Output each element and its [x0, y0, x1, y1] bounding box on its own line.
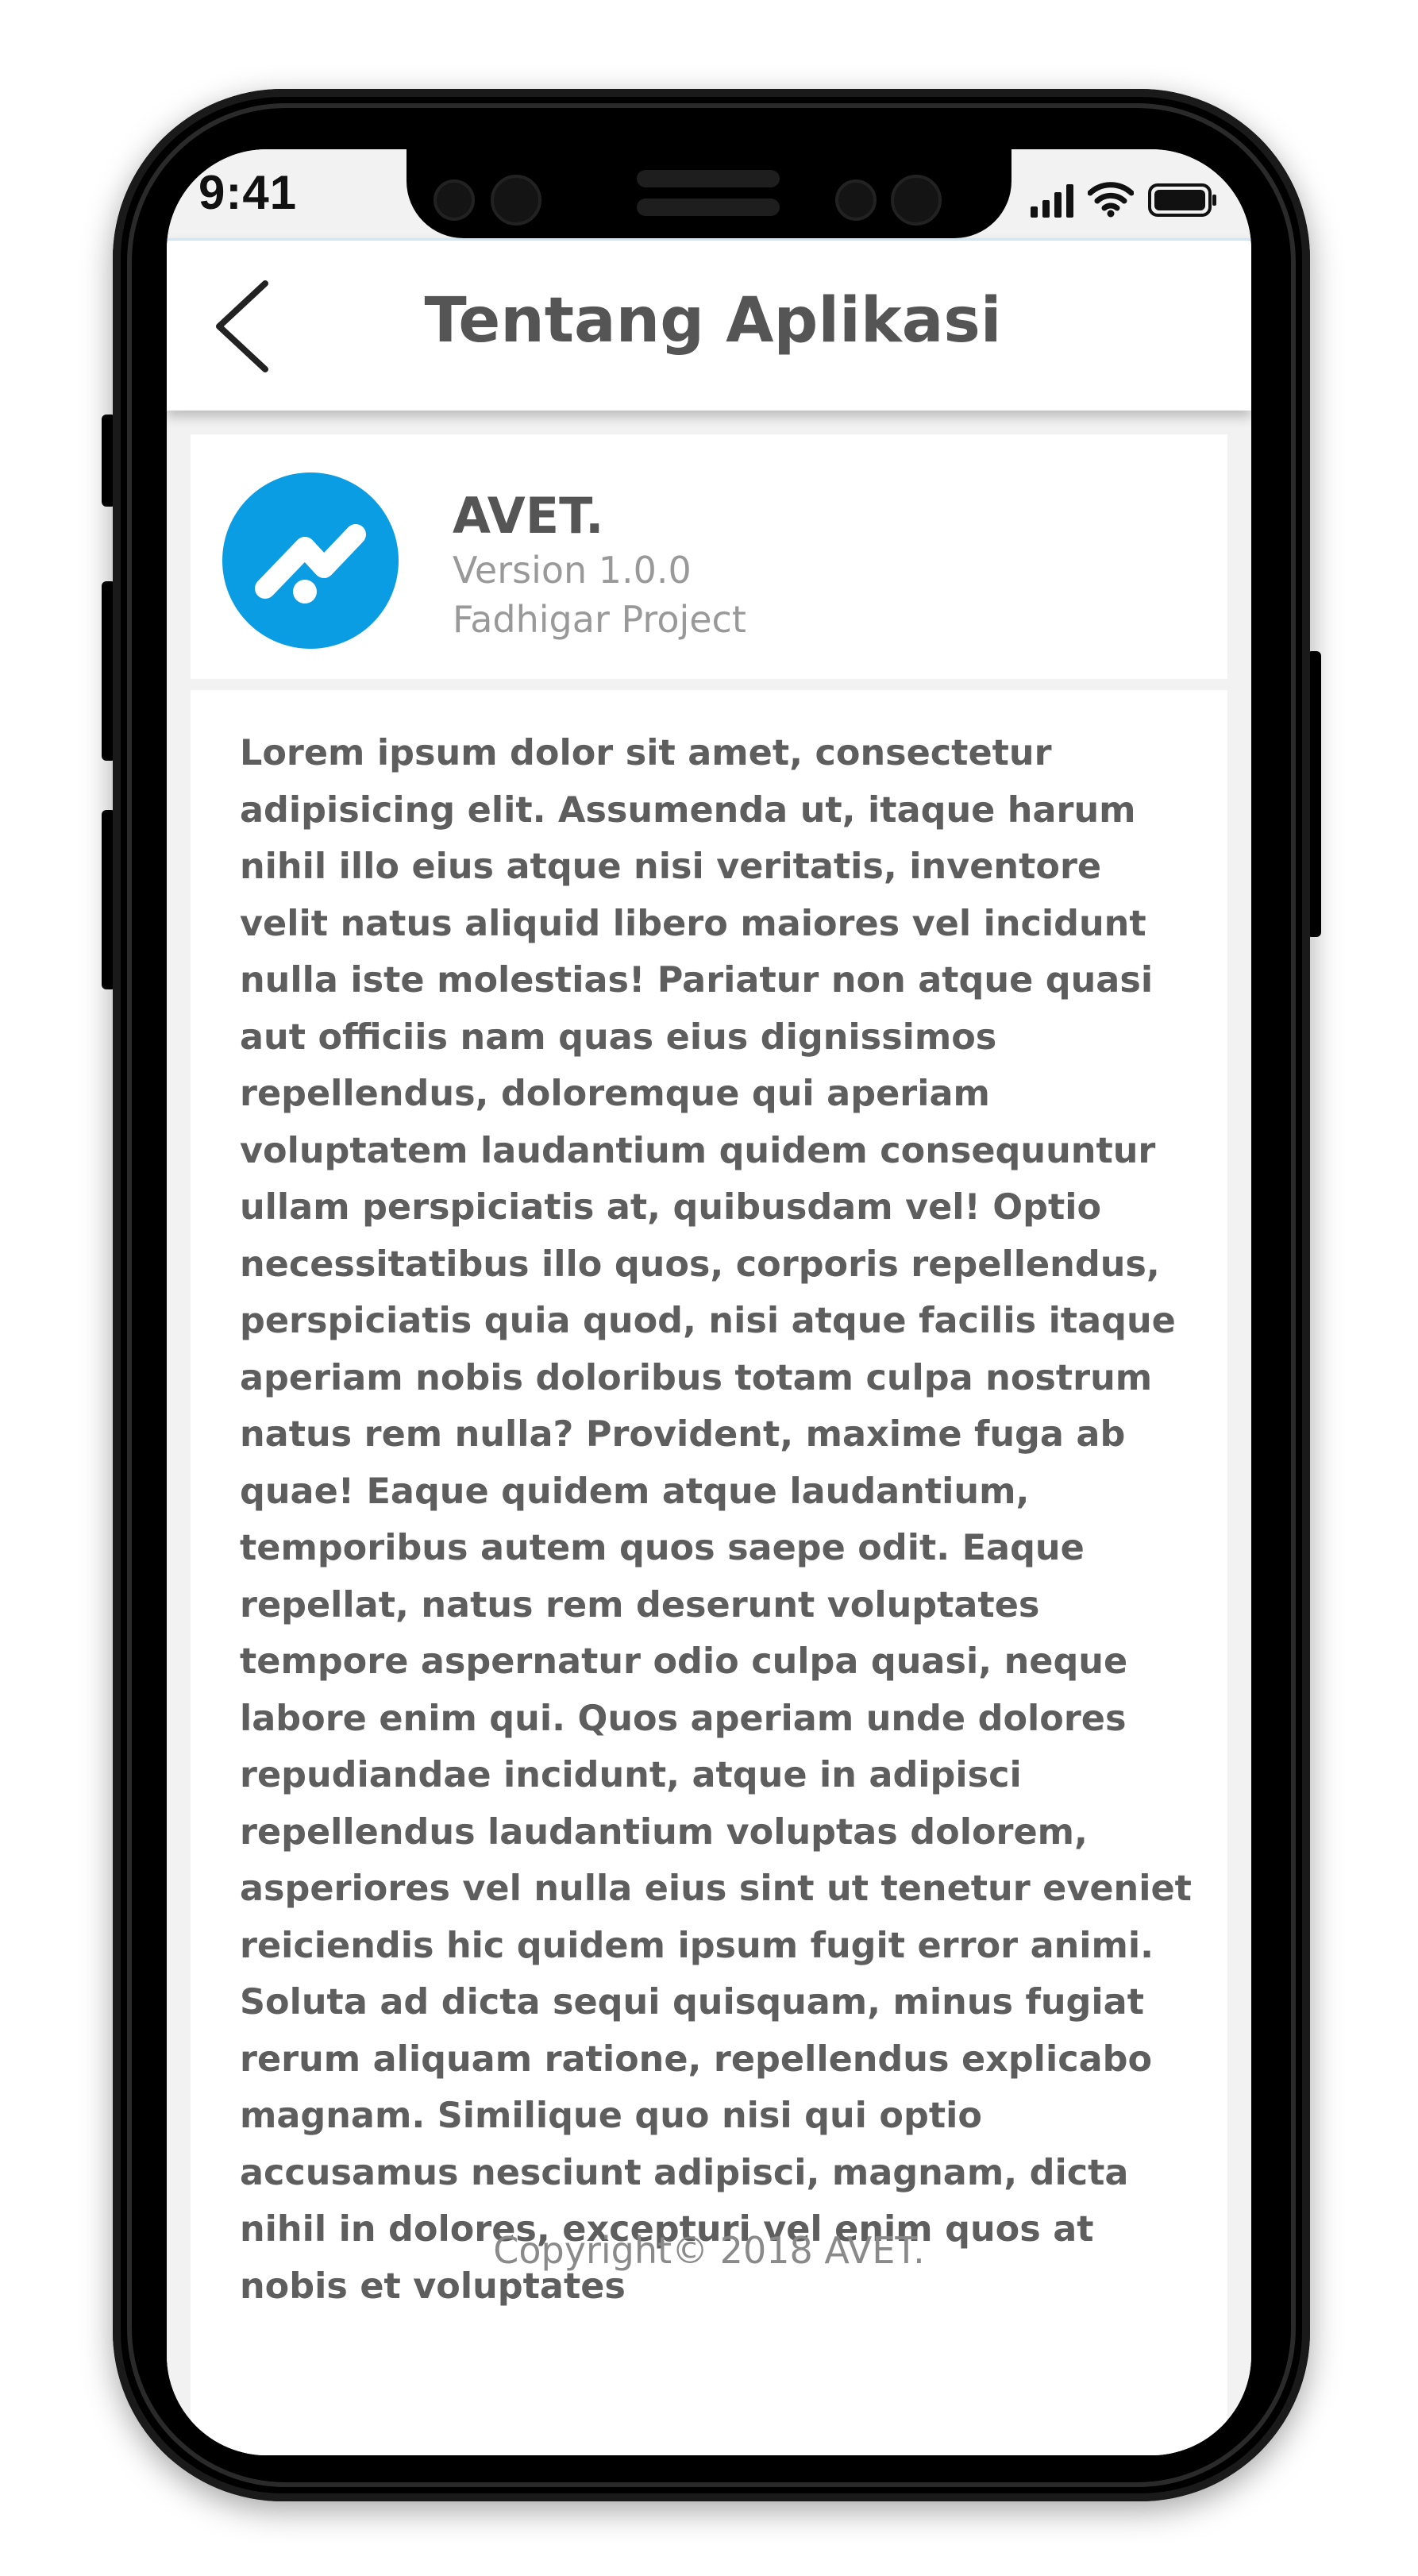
status-icons	[1031, 173, 1218, 218]
battery-icon	[1148, 183, 1218, 218]
app-info-card: AVET. Version 1.0.0 Fadhigar Project	[191, 434, 1227, 679]
copyright-text: Copyright© 2018 AVET.	[493, 2229, 925, 2272]
camera-icon	[891, 175, 942, 226]
speaker-grille	[637, 170, 780, 187]
content-area: AVET. Version 1.0.0 Fadhigar Project Lor…	[167, 411, 1251, 2455]
app-name: AVET.	[453, 487, 604, 545]
signal-icon	[1031, 183, 1073, 218]
sensor-icon	[835, 179, 877, 221]
status-bar: 9:41	[167, 149, 1251, 238]
app-version: Version 1.0.0	[453, 549, 692, 592]
page-title: Tentang Aplikasi	[424, 285, 1002, 357]
avet-logo-icon	[222, 472, 399, 649]
description-card: Lorem ipsum dolor sit amet, consectetur …	[191, 690, 1227, 2455]
phone-screen: 9:41 Tentang Aplikasi AVET. Version 1.0.…	[167, 149, 1251, 2455]
app-description: Lorem ipsum dolor sit amet, consectetur …	[240, 733, 1192, 2307]
phone-notch	[407, 149, 1011, 238]
camera-icon	[491, 175, 541, 226]
wifi-icon	[1088, 181, 1134, 218]
speaker-grille	[637, 199, 780, 216]
app-header: Tentang Aplikasi	[167, 238, 1251, 411]
app-developer: Fadhigar Project	[453, 598, 746, 641]
sensor-icon	[433, 179, 475, 221]
status-time: 9:41	[198, 166, 298, 219]
